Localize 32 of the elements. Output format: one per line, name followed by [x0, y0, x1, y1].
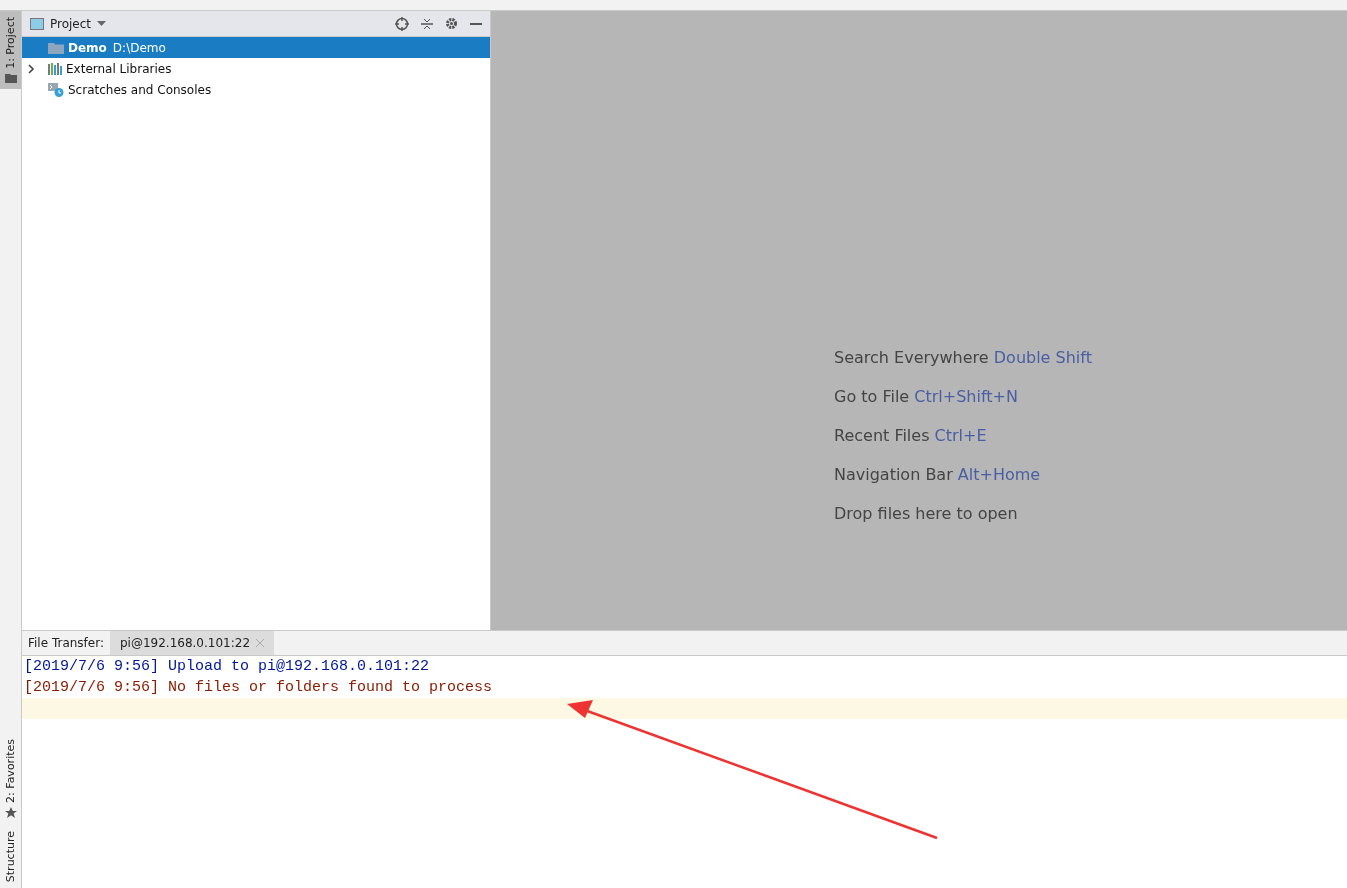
tree-row[interactable]: External Libraries — [22, 58, 490, 79]
side-tool-tab[interactable]: Structure — [0, 824, 21, 888]
console-clock-icon — [48, 82, 64, 97]
panel-title[interactable]: Project — [50, 16, 92, 31]
star-icon — [4, 806, 17, 819]
library-bars-icon — [48, 62, 62, 75]
dropdown-caret-icon[interactable] — [97, 21, 107, 26]
editor-hint: Recent Files Ctrl+E — [834, 426, 988, 445]
collapse-all-icon[interactable] — [421, 17, 433, 30]
editor-hint: Go to File Ctrl+Shift+N — [834, 387, 1019, 406]
window-icon — [30, 17, 44, 30]
tree-item-name: Demo — [68, 40, 107, 55]
tree-row[interactable]: Demo D:\Demo — [22, 37, 490, 58]
chevron-right-icon[interactable] — [26, 63, 36, 74]
side-tool-tab[interactable]: 2: Favorites — [0, 732, 21, 825]
folder-icon — [4, 72, 17, 83]
tree-row[interactable]: Scratches and Consoles — [22, 79, 490, 100]
editor-hint: Search Everywhere Double Shift — [834, 348, 1093, 367]
folder-icon — [48, 41, 64, 54]
minimize-icon[interactable] — [470, 22, 482, 25]
tree-item-path: D:\Demo — [112, 40, 166, 55]
editor-hint: Navigation Bar Alt+Home — [834, 465, 1042, 484]
console-line: [2019/7/6 9:56] No files or folders found to process — [23, 678, 494, 698]
tool-window-label: File Transfer: — [27, 636, 105, 650]
crosshair-icon[interactable] — [395, 16, 409, 31]
editor-hint: Drop files here to open — [834, 504, 1019, 523]
tree-item-name: External Libraries — [66, 61, 172, 76]
settings-icon[interactable] — [445, 17, 458, 30]
console-line: [2019/7/6 9:56] Upload to pi@192.168.0.101:22 — [23, 657, 431, 677]
tree-item-name: Scratches and Consoles — [68, 82, 212, 97]
side-tool-tab[interactable]: 1: Project — [0, 11, 21, 89]
console-tab[interactable]: pi@192.168.0.101:22 — [110, 631, 275, 655]
